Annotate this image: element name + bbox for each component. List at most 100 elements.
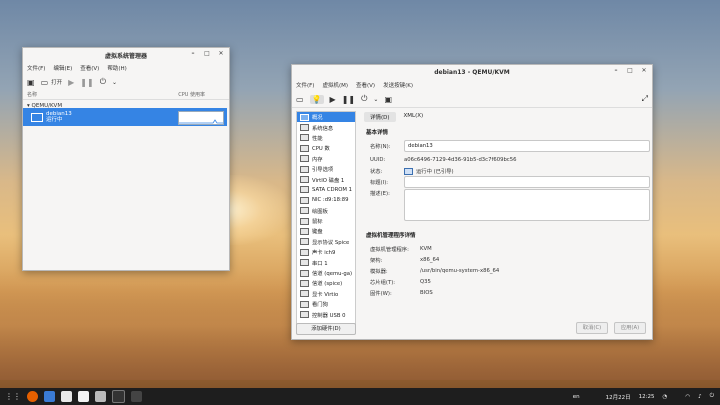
calculator-icon[interactable] [95,391,106,402]
video-icon [300,290,309,298]
wifi-icon[interactable]: ◠ [685,394,690,400]
menu-help[interactable]: 帮助(H) [107,64,126,72]
sidebar-item-mouse[interactable]: 鼠标 [297,216,355,226]
terminal-icon[interactable] [112,390,125,403]
tab-xml[interactable]: XML(X) [398,112,430,122]
column-name[interactable]: 名称 [27,91,37,98]
sidebar-item-cdrom[interactable]: SATA CDROM 1 [297,185,355,195]
maximize-icon[interactable]: □ [626,67,634,74]
menu-edit[interactable]: 编辑(E) [53,64,72,72]
sidebar-item-serial[interactable]: 串口 1 [297,257,355,267]
details-title: debian13 - QEMU/KVM [434,68,510,76]
boot-icon [300,165,309,173]
menu-view[interactable]: 查看(V) [356,81,375,89]
details-titlebar[interactable]: debian13 - QEMU/KVM – □ ✕ [292,65,652,79]
sidebar-item-disk[interactable]: VirtIO 磁盘 1 [297,174,355,184]
sidebar-item-watchdog[interactable]: 看门狗 [297,299,355,309]
clock-time[interactable]: 12:25 [639,394,655,400]
sidebar-item-nic[interactable]: NIC :d9:18:89 [297,195,355,205]
column-cpu[interactable]: CPU 使用率 [178,91,205,98]
sidebar-item-cpu[interactable]: CPU 数 [297,143,355,153]
files-icon[interactable] [44,391,55,402]
uuid-label: UUID: [370,156,386,163]
notifications-icon[interactable]: ◔ [663,394,668,400]
tab-details[interactable]: 详情(D) [364,112,396,122]
menu-vm[interactable]: 虚拟机(M) [322,81,348,89]
hypervisor-label: 虚拟机管理程序: [370,246,409,253]
volume-icon[interactable]: ♪ [698,394,702,400]
display-icon [300,238,309,246]
console-icon[interactable]: ▭ [296,95,304,104]
monitor-icon: ▭ [40,77,49,87]
sidebar-item-os[interactable]: 系统信息 [297,122,355,132]
run-icon[interactable]: ▶ [330,95,336,104]
sidebar-item-label: 内存 [312,156,323,163]
close-icon[interactable]: ✕ [640,67,648,74]
arch-label: 架构: [370,257,383,264]
pause-icon[interactable]: ❚❚ [342,95,355,104]
menu-file[interactable]: 文件(F) [296,81,314,89]
store-icon[interactable] [61,391,72,402]
new-vm-icon[interactable]: ▣ [27,78,35,87]
minimize-icon[interactable]: – [189,50,197,57]
power-icon[interactable]: ⏻ [710,393,714,400]
power-icon[interactable]: ⏻ [100,77,106,87]
clock-date[interactable]: 12月22日 [606,393,631,401]
sidebar-item-boot[interactable]: 引导选项 [297,164,355,174]
apply-button[interactable]: 应用(A) [614,322,646,334]
fullscreen-icon[interactable]: ⤢ [642,94,648,104]
sidebar-item-memory[interactable]: 内存 [297,154,355,164]
play-icon[interactable]: ▶ [68,78,74,87]
sidebar-item-keyboard[interactable]: 键盘 [297,226,355,236]
app-grid-icon[interactable]: ⋮⋮ [5,392,21,401]
open-button[interactable]: ▭ 打开 [41,78,63,87]
sidebar-item-channel-qemu[interactable]: 信道 (qemu-ga) [297,268,355,278]
cancel-button[interactable]: 取消(C) [576,322,608,334]
virt-manager-icon[interactable] [131,391,142,402]
chevron-down-icon[interactable]: ⌄ [112,79,117,86]
chevron-down-icon[interactable]: ⌄ [373,96,378,103]
add-hardware-button[interactable]: 添加硬件(D) [296,323,356,335]
details-bulb-icon[interactable]: 💡 [309,94,324,104]
arch-value: x86_64 [420,256,440,263]
cpu-icon [300,144,309,152]
pause-icon[interactable]: ❚❚ [80,78,93,87]
menu-send-key[interactable]: 发送按键(K) [383,81,413,89]
sidebar-item-sound[interactable]: 声卡 ich9 [297,247,355,257]
sidebar-item-usb[interactable]: 控制器 USB 0 [297,309,355,319]
vm-row[interactable]: debian13 运行中 [23,108,227,126]
description-field[interactable] [404,189,650,221]
vm-monitor-icon [31,112,43,122]
memory-icon [300,155,309,163]
sidebar-item-video[interactable]: 显卡 Virtio [297,289,355,299]
title-field[interactable] [404,175,650,188]
sidebar-item-label: 显卡 Virtio [312,291,339,298]
details-tabs: 详情(D) XML(X) [364,112,429,122]
name-field[interactable]: debian13 [404,139,650,152]
text-editor-icon[interactable] [78,391,89,402]
power-icon[interactable]: ⏻ [361,94,367,104]
sidebar-item-overview[interactable]: 概况 [297,112,355,123]
usb-icon [300,311,309,319]
close-icon[interactable]: ✕ [217,50,225,57]
status-label: 状态: [370,168,383,175]
keyboard-layout[interactable]: en [573,394,580,400]
maximize-icon[interactable]: □ [203,50,211,57]
sidebar-item-label: 系统信息 [312,125,334,132]
sound-icon [300,248,309,256]
title-label: 标题(I): [370,179,389,186]
firefox-icon[interactable] [27,391,38,402]
serial-icon [300,259,309,267]
snapshot-icon[interactable]: ▣ [384,95,392,104]
minimize-icon[interactable]: – [612,67,620,74]
menu-view[interactable]: 查看(V) [80,64,99,72]
sidebar-item-performance[interactable]: 性能 [297,133,355,143]
sidebar-item-channel-spice[interactable]: 信道 (spice) [297,278,355,288]
sidebar-item-display[interactable]: 显示协议 Spice [297,237,355,247]
menu-file[interactable]: 文件(F) [27,64,45,72]
uuid-value: a06c6496-7129-4d36-91b5-d3c7f609bc56 [404,156,517,163]
sidebar-item-tablet[interactable]: 绘图板 [297,206,355,216]
manager-titlebar[interactable]: 虚拟系统管理器 – □ ✕ [23,48,229,62]
sidebar-item-label: 概况 [312,115,323,122]
cpu-usage-graph [178,111,224,125]
